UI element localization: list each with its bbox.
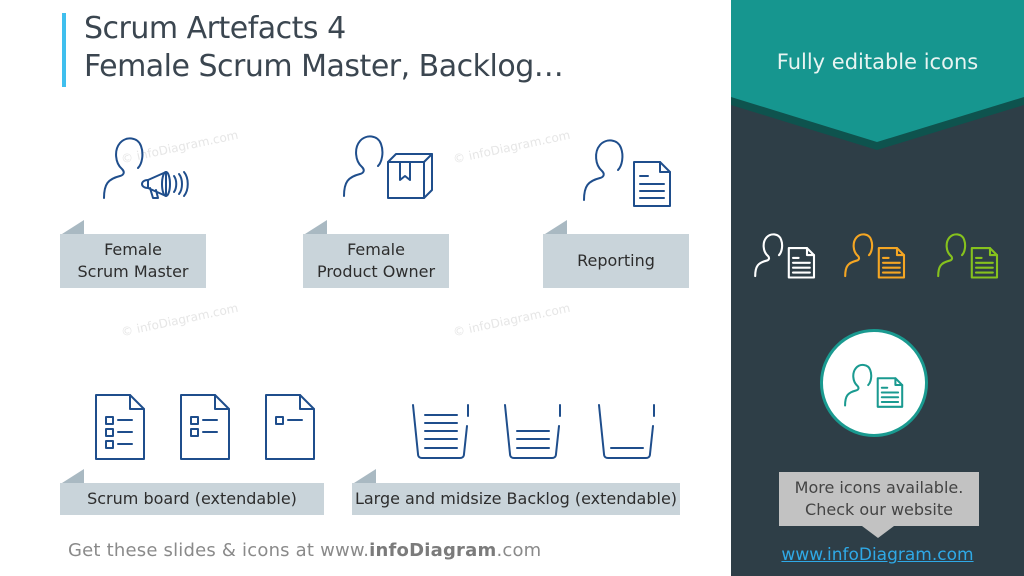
female-document-icon-green: [937, 233, 999, 279]
sidebar-panel: Fully editable icons More icons availabl…: [731, 0, 1024, 576]
title-accent-bar: [62, 13, 66, 87]
backlog-bucket-icon: [412, 404, 469, 459]
checklist-document-icon: [265, 394, 315, 460]
label-flap: [545, 220, 567, 234]
website-link[interactable]: www.infoDiagram.com: [731, 545, 1024, 565]
label-backlog: Large and midsize Backlog (extendable): [352, 483, 680, 515]
backlog-bucket-icon: [504, 404, 561, 459]
female-box-icon: [343, 135, 433, 199]
sidebar-heading: Fully editable icons: [776, 50, 979, 74]
footer-text: Get these slides & icons at www.infoDiag…: [68, 540, 542, 561]
more-icons-callout: More icons available. Check our website: [779, 472, 979, 526]
backlog-bucket-icon: [598, 404, 655, 459]
featured-icon-circle: [820, 329, 928, 437]
female-document-icon-teal: [844, 363, 904, 408]
slide-content: Scrum Artefacts 4 Female Scrum Master, B…: [0, 0, 731, 576]
label-female-product-owner: Female Product Owner: [303, 234, 449, 288]
title-line-1: Scrum Artefacts 4: [84, 11, 346, 46]
label-flap: [305, 220, 327, 234]
label-female-scrum-master: Female Scrum Master: [60, 234, 206, 288]
checklist-document-icon: [180, 394, 230, 460]
watermark: © infoDiagram.com: [451, 300, 572, 340]
title-line-2: Female Scrum Master, Backlog…: [84, 49, 564, 84]
chevron-banner: [731, 0, 1024, 150]
callout-pointer: [862, 526, 894, 538]
label-flap: [62, 469, 84, 483]
watermark: © infoDiagram.com: [451, 127, 572, 167]
label-scrum-board: Scrum board (extendable): [60, 483, 324, 515]
female-document-icon: [583, 139, 671, 207]
watermark: © infoDiagram.com: [119, 300, 240, 340]
female-megaphone-icon: [103, 137, 189, 199]
label-flap: [62, 220, 84, 234]
slide-title: Scrum Artefacts 4 Female Scrum Master, B…: [84, 10, 564, 86]
checklist-document-icon: [95, 394, 145, 460]
female-document-icon-white: [754, 233, 816, 279]
label-flap: [354, 469, 376, 483]
label-reporting: Reporting: [543, 234, 689, 288]
female-document-icon-orange: [844, 233, 906, 279]
